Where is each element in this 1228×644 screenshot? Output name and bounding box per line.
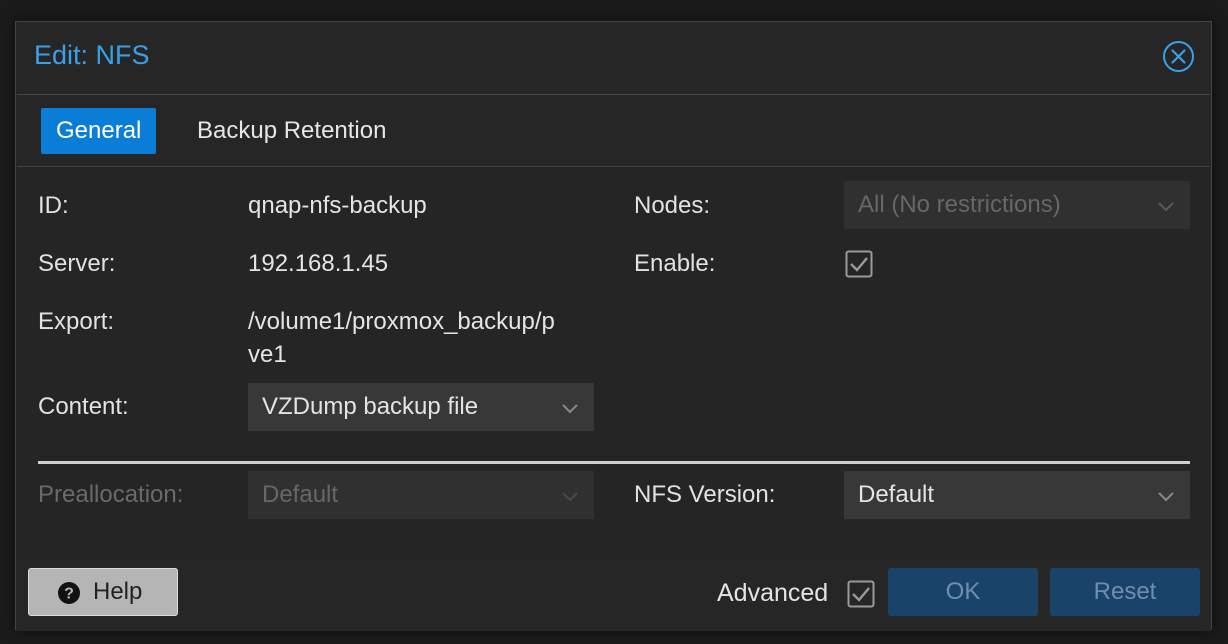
tab-backup-retention[interactable]: Backup Retention xyxy=(182,108,401,154)
nfs-version-select[interactable]: Default xyxy=(844,471,1190,519)
enable-checkbox[interactable] xyxy=(845,250,873,278)
close-icon[interactable] xyxy=(1162,40,1195,73)
preallocation-select[interactable]: Default xyxy=(248,471,594,519)
server-label: Server: xyxy=(38,250,116,277)
enable-label: Enable: xyxy=(634,250,716,277)
help-button[interactable]: ? Help xyxy=(28,568,178,616)
dialog-footer: ? Help Advanced OK Reset xyxy=(16,556,1211,631)
advanced-label: Advanced xyxy=(717,579,829,607)
nfs-version-select-value: Default xyxy=(858,481,935,508)
content-select-value: VZDump backup file xyxy=(262,393,479,420)
reset-button[interactable]: Reset xyxy=(1050,568,1200,616)
preallocation-select-value: Default xyxy=(262,481,339,508)
export-value-line1: /volume1/proxmox_backup/p xyxy=(248,308,555,335)
server-value: 192.168.1.45 xyxy=(248,250,389,277)
nodes-select[interactable]: All (No restrictions) xyxy=(844,181,1190,229)
export-label: Export: xyxy=(38,308,115,335)
tab-bar: General Backup Retention xyxy=(17,95,1210,167)
nodes-select-value: All (No restrictions) xyxy=(858,191,1061,218)
chevron-down-icon xyxy=(562,492,578,502)
id-value: qnap-nfs-backup xyxy=(248,192,427,219)
dialog-body: General Backup Retention ID: qnap-nfs-ba… xyxy=(17,94,1210,557)
general-panel: ID: qnap-nfs-backup Server: 192.168.1.45… xyxy=(17,167,1210,557)
edit-nfs-dialog: Edit: NFS General Backup Retention ID: q… xyxy=(15,21,1212,631)
nfs-version-label: NFS Version: xyxy=(634,481,776,508)
chevron-down-icon xyxy=(1158,492,1174,502)
export-value-line2: ve1 xyxy=(248,341,287,368)
advanced-divider xyxy=(38,461,1190,464)
content-label: Content: xyxy=(38,393,129,420)
dialog-titlebar: Edit: NFS xyxy=(16,22,1211,94)
svg-text:?: ? xyxy=(64,586,74,603)
content-select[interactable]: VZDump backup file xyxy=(248,383,594,431)
ok-button[interactable]: OK xyxy=(888,568,1038,616)
tab-general[interactable]: General xyxy=(41,108,157,154)
id-label: ID: xyxy=(38,192,69,219)
question-circle-icon: ? xyxy=(58,582,80,604)
advanced-checkbox[interactable] xyxy=(847,580,875,608)
chevron-down-icon xyxy=(1158,202,1174,212)
preallocation-label: Preallocation: xyxy=(38,481,184,508)
dialog-title: Edit: NFS xyxy=(34,40,150,70)
nodes-label: Nodes: xyxy=(634,192,711,219)
help-button-label: Help xyxy=(93,578,143,605)
chevron-down-icon xyxy=(562,404,578,414)
